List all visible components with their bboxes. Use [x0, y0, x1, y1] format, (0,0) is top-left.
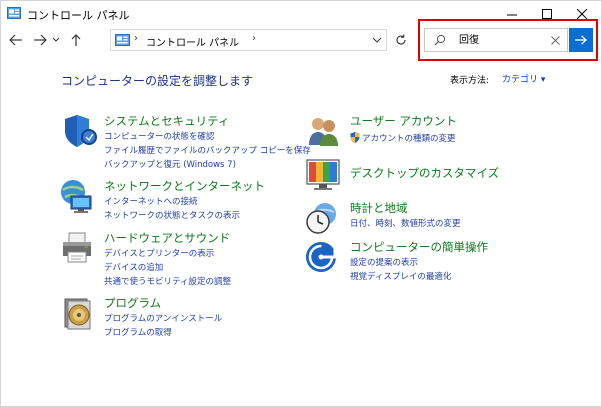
category-clock-region: 時計と地域 日付、時刻、数値形式の変更 [305, 200, 535, 236]
chevron-down-icon[interactable] [372, 36, 382, 44]
clock-globe-icon[interactable] [305, 200, 341, 236]
link-devices-printers[interactable]: デバイスとプリンターの表示 [104, 247, 214, 259]
up-button[interactable] [67, 29, 85, 51]
refresh-button[interactable] [392, 31, 410, 49]
view-by-dropdown[interactable]: カテゴリ ▾ [499, 71, 548, 86]
search-go-button[interactable] [569, 28, 593, 52]
close-icon [576, 8, 587, 19]
forward-arrow-icon [34, 34, 47, 46]
window-title: コントロール パネル [27, 9, 130, 22]
category-title-clock-region[interactable]: 時計と地域 [350, 200, 408, 216]
search-box[interactable] [424, 28, 568, 52]
close-icon [550, 35, 560, 45]
category-title-ease-of-access[interactable]: コンピューターの簡単操作 [350, 239, 488, 255]
link-change-account-type[interactable]: アカウントの種類の変更 [362, 132, 456, 144]
search-input[interactable] [459, 33, 539, 44]
breadcrumb-separator[interactable]: › [252, 33, 256, 44]
category-title-user-accounts[interactable]: ユーザー アカウント [350, 113, 457, 129]
page-heading: コンピューターの設定を調整します [61, 74, 254, 88]
programs-disc-icon[interactable] [59, 295, 95, 331]
category-appearance-personalization: デスクトップのカスタマイズ [305, 157, 535, 193]
control-panel-icon [115, 34, 130, 46]
view-by-label: 表示方法: [450, 76, 490, 86]
category-title-system-security[interactable]: システムとセキュリティ [104, 113, 229, 129]
link-backup-restore[interactable]: バックアップと復元 (Windows 7) [104, 158, 236, 170]
link-file-history-backup[interactable]: ファイル履歴でファイルのバックアップ コピーを保存 [104, 144, 311, 156]
uac-shield-icon [350, 132, 360, 143]
link-connect-internet[interactable]: インターネットへの接続 [104, 195, 198, 207]
desktop-customize-icon[interactable] [305, 157, 341, 193]
ease-of-access-icon[interactable] [305, 239, 341, 275]
category-ease-of-access: コンピューターの簡単操作 設定の提案の表示 視覚ディスプレイの最適化 [305, 239, 535, 285]
category-network-internet: ネットワークとインターネット インターネットへの接続 ネットワークの状態とタスク… [59, 178, 289, 224]
control-panel-window: コントロール パネル › コントロール パネル › 回復 コンピューターの設定を… [0, 0, 602, 407]
category-title-network-internet[interactable]: ネットワークとインターネット [104, 178, 265, 194]
category-system-security: システムとセキュリティ コンピューターの状態を確認 ファイル履歴でファイルのバッ… [61, 113, 311, 173]
link-uninstall-program[interactable]: プログラムのアンインストール [104, 312, 222, 324]
clear-search-button[interactable] [549, 33, 561, 47]
link-date-time-format[interactable]: 日付、時刻、数値形式の変更 [350, 217, 461, 229]
link-network-status[interactable]: ネットワークの状態とタスクの表示 [104, 209, 240, 221]
link-view-suggested-settings[interactable]: 設定の提案の表示 [350, 256, 418, 268]
link-get-programs[interactable]: プログラムの取得 [104, 326, 172, 338]
printer-icon[interactable] [59, 230, 95, 266]
users-icon[interactable] [305, 113, 341, 149]
arrow-right-icon [575, 35, 587, 45]
breadcrumb-separator[interactable]: › [134, 33, 138, 44]
category-hardware-sound: ハードウェアとサウンド デバイスとプリンターの表示 デバイスの追加 共通で使うモ… [59, 230, 289, 290]
link-optimize-visual-display[interactable]: 視覚ディスプレイの最適化 [350, 270, 451, 282]
recent-locations-button[interactable] [50, 29, 62, 51]
control-panel-icon [7, 7, 21, 19]
refresh-icon [396, 34, 406, 45]
back-button[interactable] [7, 29, 25, 51]
category-title-hardware-sound[interactable]: ハードウェアとサウンド [104, 230, 230, 246]
search-icon [434, 34, 446, 46]
maximize-icon [541, 8, 552, 19]
up-arrow-icon [71, 34, 81, 46]
shield-icon[interactable] [61, 113, 97, 149]
category-title-desktop-customization[interactable]: デスクトップのカスタマイズ [350, 165, 499, 181]
link-check-computer-status[interactable]: コンピューターの状態を確認 [104, 130, 215, 142]
link-add-device[interactable]: デバイスの追加 [104, 261, 163, 273]
minimize-icon [506, 14, 517, 15]
network-globe-icon[interactable] [59, 178, 95, 214]
address-bar[interactable]: › コントロール パネル › [110, 29, 387, 51]
link-mobility-settings[interactable]: 共通で使うモビリティ設定の調整 [104, 275, 231, 287]
category-title-programs[interactable]: プログラム [104, 295, 161, 311]
forward-button[interactable] [31, 29, 49, 51]
back-arrow-icon [9, 34, 22, 46]
category-user-accounts: ユーザー アカウント アカウントの種類の変更 [305, 113, 535, 149]
category-programs: プログラム プログラムのアンインストール プログラムの取得 [59, 295, 289, 341]
chevron-down-icon [52, 37, 60, 42]
breadcrumb-control-panel[interactable]: コントロール パネル [146, 34, 239, 49]
